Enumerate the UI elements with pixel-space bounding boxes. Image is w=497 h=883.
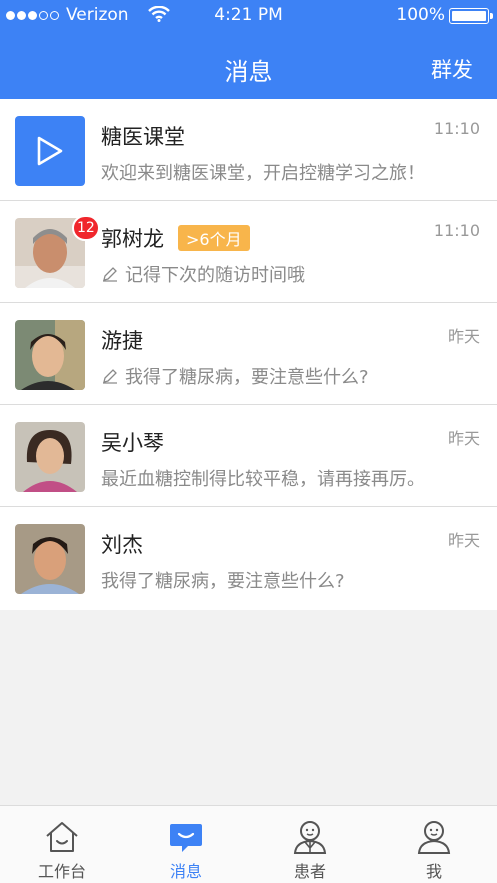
- message-time: 11:10: [433, 221, 480, 240]
- tab-workbench[interactable]: 工作台: [0, 806, 124, 883]
- tab-label: 消息: [169, 862, 202, 881]
- message-time: 昨天: [447, 327, 480, 346]
- status-bar: Verizon 4:21 PM 100%: [0, 0, 497, 32]
- list-item[interactable]: 糖医课堂 11:10 欢迎来到糖医课堂，开启控糖学习之旅！: [0, 99, 497, 201]
- message-preview: 记得下次的随访时间哦: [101, 261, 305, 287]
- list-item[interactable]: 游捷 昨天 我得了糖尿病，要注意些什么?: [0, 303, 497, 405]
- battery-icon: [449, 8, 493, 24]
- tab-messages[interactable]: 消息: [124, 806, 248, 883]
- message-time: 昨天: [447, 429, 480, 448]
- contact-name: 游捷: [101, 329, 143, 353]
- play-icon: [15, 116, 85, 186]
- tab-patients[interactable]: 患者: [248, 806, 372, 883]
- draft-pencil-icon: [101, 367, 119, 385]
- tab-me[interactable]: 我: [372, 806, 496, 883]
- draft-pencil-icon: [101, 265, 119, 283]
- tab-label: 患者: [293, 862, 326, 881]
- message-time: 昨天: [447, 531, 480, 550]
- avatar: [15, 524, 85, 594]
- message-preview: 我得了糖尿病，要注意些什么?: [101, 571, 345, 592]
- message-time: 11:10: [433, 119, 480, 138]
- message-preview: 欢迎来到糖医课堂，开启控糖学习之旅！: [101, 163, 425, 184]
- list-item[interactable]: 刘杰 昨天 我得了糖尿病，要注意些什么?: [0, 507, 497, 610]
- duration-tag: >6个月: [178, 225, 250, 251]
- contact-name: 郭树龙 >6个月: [101, 223, 250, 253]
- tab-bar: 工作台 消息 患者 我: [0, 805, 497, 883]
- tab-label: 工作台: [37, 862, 86, 881]
- chat-icon: [170, 824, 202, 852]
- message-preview: 最近血糖控制得比较平稳，请再接再厉。: [101, 469, 425, 490]
- battery-percent: 100%: [396, 5, 445, 25]
- avatar: [15, 320, 85, 390]
- message-preview: 我得了糖尿病，要注意些什么?: [101, 363, 369, 389]
- list-item[interactable]: 吴小琴 昨天 最近血糖控制得比较平稳，请再接再厉。: [0, 405, 497, 507]
- user-icon: [417, 821, 451, 854]
- contact-name: 吴小琴: [101, 431, 164, 455]
- message-list: 糖医课堂 11:10 欢迎来到糖医课堂，开启控糖学习之旅！ 12 郭树龙 >6个月…: [0, 99, 497, 610]
- list-item[interactable]: 12 郭树龙 >6个月 11:10 记得下次的随访时间哦: [0, 201, 497, 303]
- broadcast-button[interactable]: 群发: [431, 54, 473, 84]
- header: Verizon 4:21 PM 100% 消息 群发: [0, 0, 497, 99]
- patient-icon: [293, 821, 327, 854]
- avatar: [15, 422, 85, 492]
- page-title: 消息: [224, 58, 273, 86]
- contact-name: 刘杰: [101, 533, 143, 557]
- tab-label: 我: [425, 862, 442, 881]
- home-icon: [46, 822, 78, 852]
- unread-badge: 12: [72, 215, 100, 241]
- contact-name: 糖医课堂: [101, 125, 185, 149]
